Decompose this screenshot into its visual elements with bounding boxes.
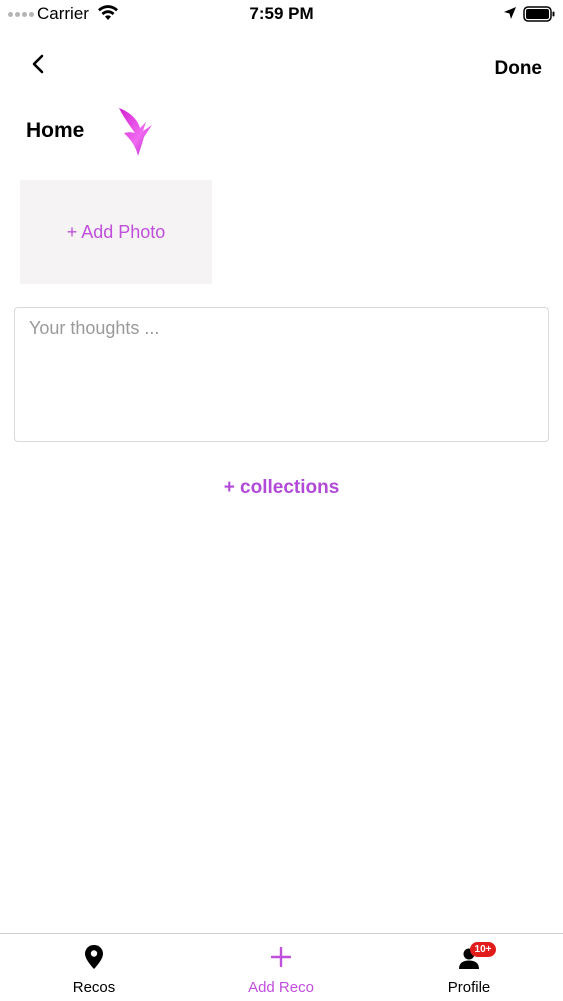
thoughts-input[interactable]	[29, 318, 534, 431]
person-icon: 10+	[456, 942, 496, 970]
battery-icon	[523, 6, 555, 22]
page-title: Home	[26, 119, 85, 142]
notification-badge: 10+	[470, 942, 496, 957]
clock: 7:59 PM	[249, 4, 314, 23]
status-bar: Carrier 7:59 PM	[0, 0, 563, 30]
add-photo-button[interactable]: + Add Photo	[20, 180, 212, 284]
feather-icon	[119, 108, 152, 156]
add-photo-label: + Add Photo	[66, 221, 166, 242]
tab-recos[interactable]: Recos	[24, 934, 164, 1001]
plus-icon	[268, 944, 294, 970]
location-arrow-icon	[504, 7, 516, 19]
map-pin-icon	[81, 944, 107, 970]
chevron-left-icon	[32, 54, 44, 74]
tab-recos-label: Recos	[72, 979, 116, 996]
done-button[interactable]: Done	[495, 58, 543, 80]
add-collections-button[interactable]: + collections	[0, 477, 563, 499]
tab-bar: Recos Add Reco 10+ Profile	[0, 933, 563, 1000]
back-button[interactable]	[24, 50, 52, 78]
tab-add-reco[interactable]: Add Reco	[211, 934, 351, 1001]
thoughts-field-container	[14, 307, 549, 442]
tab-profile-label: Profile	[447, 979, 491, 996]
tab-add-reco-label: Add Reco	[248, 979, 314, 996]
tab-profile[interactable]: 10+ Profile	[399, 934, 539, 1001]
